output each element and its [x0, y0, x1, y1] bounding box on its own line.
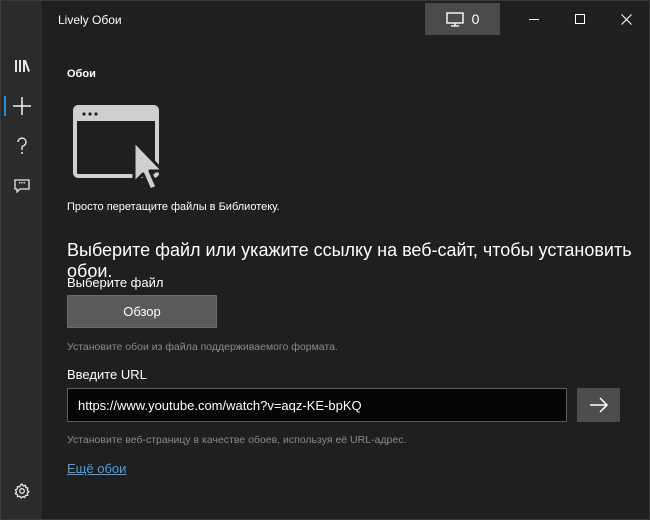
gear-icon — [14, 483, 30, 499]
app-window: Lively Обои 0 Обои Просто перетащите фай… — [0, 0, 650, 520]
minimize-button[interactable] — [511, 1, 557, 37]
feedback-icon — [13, 179, 30, 193]
sidebar — [1, 1, 42, 519]
monitor-count: 0 — [471, 11, 480, 27]
browse-button[interactable]: Обзор — [67, 295, 217, 328]
minimize-icon — [529, 19, 539, 20]
browser-drag-icon — [73, 105, 165, 192]
file-label: Выберите файл — [67, 275, 164, 290]
title-bar: Lively Обои 0 — [42, 1, 649, 39]
plus-icon — [12, 97, 31, 115]
close-icon — [620, 13, 632, 25]
monitor-icon — [445, 11, 464, 27]
monitor-select-button[interactable]: 0 — [425, 3, 500, 35]
close-button[interactable] — [603, 1, 649, 37]
section-title: Обои — [67, 68, 96, 80]
sidebar-item-help[interactable] — [1, 126, 42, 166]
sidebar-item-add[interactable] — [1, 86, 42, 126]
settings-button[interactable] — [1, 471, 42, 511]
more-wallpapers-link[interactable]: Ещё обои — [67, 461, 126, 476]
window-title: Lively Обои — [58, 13, 122, 27]
sidebar-item-feedback[interactable] — [1, 166, 42, 206]
question-icon — [16, 137, 27, 154]
url-help-text: Установите веб-страницу в качестве обоев… — [67, 434, 407, 446]
file-help-text: Установите обои из файла поддерживаемого… — [67, 341, 338, 353]
url-label: Введите URL — [67, 367, 147, 382]
arrow-right-icon — [589, 397, 608, 413]
maximize-button[interactable] — [557, 1, 603, 37]
drop-hint-text: Просто перетащите файлы в Библиотеку. — [67, 201, 280, 213]
maximize-icon — [575, 14, 585, 24]
library-icon — [14, 60, 30, 72]
url-input[interactable] — [67, 388, 567, 422]
url-submit-button[interactable] — [577, 388, 620, 422]
sidebar-item-library[interactable] — [1, 46, 42, 86]
